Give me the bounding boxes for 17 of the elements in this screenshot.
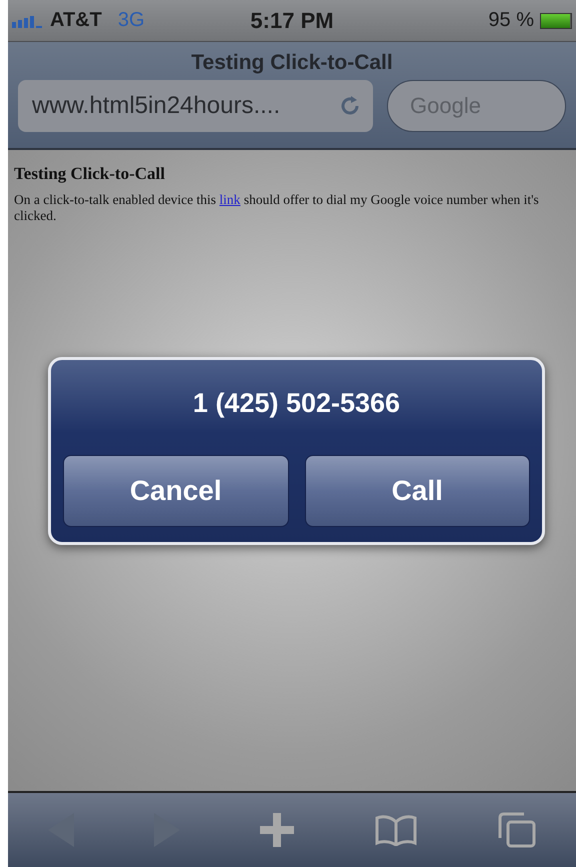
paragraph: On a click-to-talk enabled device this link should offer to dial my Google voice number when it's clicked. xyxy=(14,192,540,224)
plus-icon[interactable] xyxy=(260,813,294,847)
link[interactable]: link xyxy=(219,192,240,207)
battery-percent: 95 % xyxy=(488,9,534,32)
battery-icon xyxy=(540,12,572,28)
page-heading: Testing Click-to-Call xyxy=(14,164,166,184)
page-title: Testing Click-to-Call xyxy=(190,50,394,76)
book-icon[interactable] xyxy=(374,814,418,846)
pages-icon[interactable] xyxy=(498,812,536,848)
network-type: 3G xyxy=(118,9,145,32)
cancel-button[interactable]: Cancel xyxy=(63,455,288,527)
call-button[interactable]: Call xyxy=(304,455,530,527)
address-field[interactable]: www.html5in24hours.... xyxy=(18,80,373,132)
clock: 5:17 PM xyxy=(250,8,334,34)
phone-number: 1 (425) 502-5366 xyxy=(192,388,402,419)
carrier-name: AT&T xyxy=(50,9,102,32)
signal-icon xyxy=(12,14,44,28)
